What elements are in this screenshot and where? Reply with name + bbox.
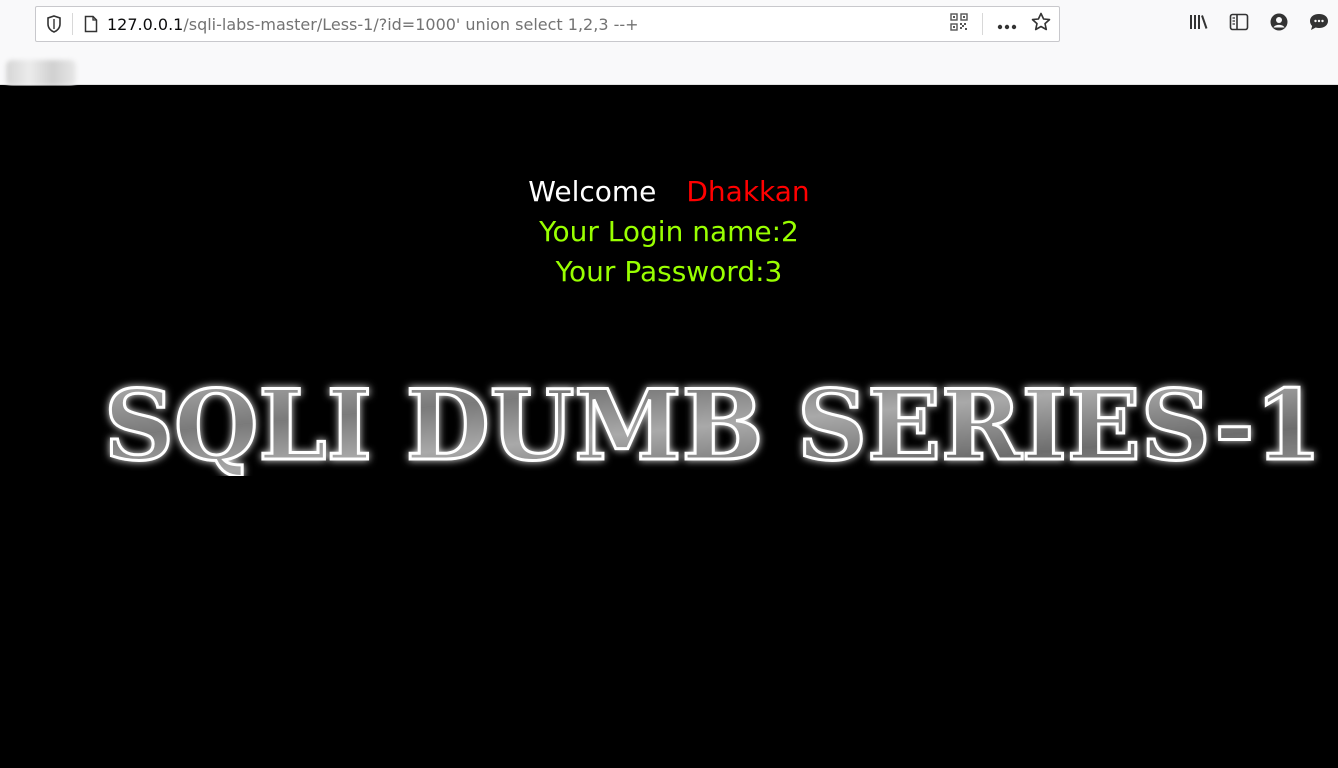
banner-text: SQLI DUMB SERIES-1 xyxy=(104,376,1322,476)
url-separator xyxy=(72,13,73,35)
browser-toolbar: 127.0.0.1/sqli-labs-master/Less-1/?id=10… xyxy=(0,0,1338,86)
star-icon[interactable] xyxy=(1031,12,1051,36)
page-icon[interactable] xyxy=(79,12,103,36)
library-icon[interactable] xyxy=(1188,10,1210,34)
sidebar-icon[interactable] xyxy=(1228,10,1250,34)
shield-icon[interactable] xyxy=(42,12,66,36)
welcome-label: Welcome xyxy=(528,175,657,208)
url-host: 127.0.0.1 xyxy=(107,14,184,34)
chat-icon[interactable] xyxy=(1308,10,1330,34)
password-line: Your Password:3 xyxy=(555,255,783,288)
actions-separator xyxy=(982,13,983,35)
url-text[interactable]: 127.0.0.1/sqli-labs-master/Less-1/?id=10… xyxy=(107,15,950,34)
blurred-tab-logo[interactable] xyxy=(6,60,76,86)
qr-code-icon[interactable] xyxy=(950,13,968,35)
account-icon[interactable] xyxy=(1268,10,1290,34)
url-actions xyxy=(950,12,1051,36)
sqli-dumb-series-banner: SQLI DUMB SERIES-1 xyxy=(103,376,1324,476)
welcome-name: Dhakkan xyxy=(686,175,810,208)
page-content: Welcome Dhakkan Your Login name:2 Your Pa… xyxy=(0,86,1338,768)
address-bar[interactable]: 127.0.0.1/sqli-labs-master/Less-1/?id=10… xyxy=(35,6,1060,42)
toolbar-right xyxy=(1188,10,1330,34)
welcome-line: Welcome Dhakkan xyxy=(0,172,1338,212)
login-name-line: Your Login name:2 xyxy=(539,215,799,248)
more-icon[interactable] xyxy=(997,15,1017,34)
url-path: /sqli-labs-master/Less-1/?id=1000' union… xyxy=(183,14,639,34)
